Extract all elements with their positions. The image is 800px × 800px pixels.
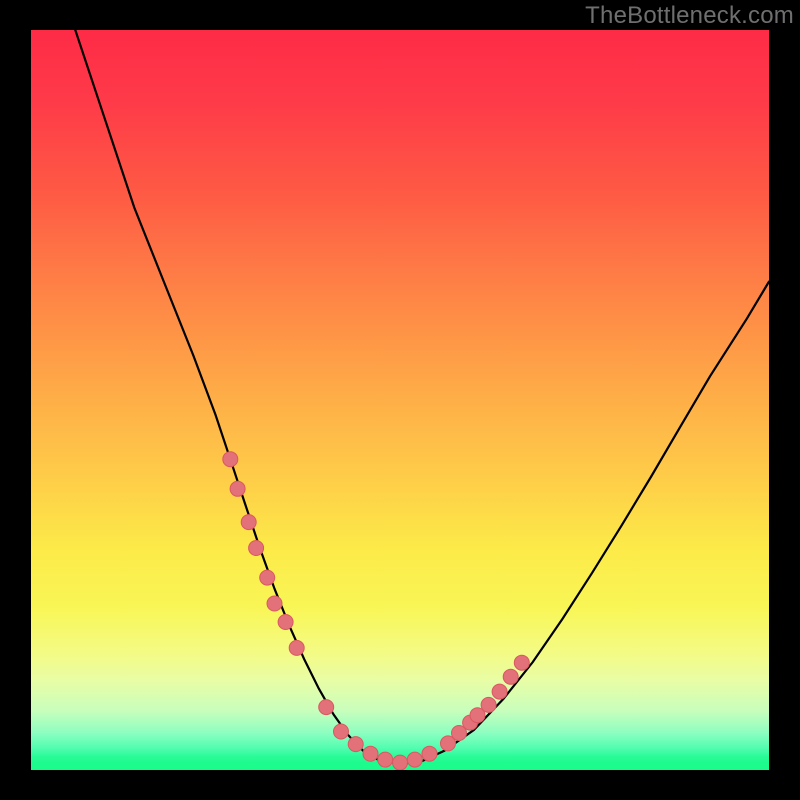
marker-dot [492, 684, 507, 699]
marker-dot [348, 737, 363, 752]
marker-dot [422, 746, 437, 761]
marker-dot [503, 669, 518, 684]
marker-dot [267, 596, 282, 611]
marker-dot [289, 640, 304, 655]
chart-frame: TheBottleneck.com [0, 0, 800, 800]
marker-dot [260, 570, 275, 585]
marker-dot [241, 515, 256, 530]
marker-dot [481, 697, 496, 712]
curve-overlay [31, 30, 769, 770]
marker-dot [378, 752, 393, 767]
marker-dot [319, 700, 334, 715]
marker-dot [514, 655, 529, 670]
marker-dot [363, 746, 378, 761]
marker-dot [334, 724, 349, 739]
marker-dot [407, 752, 422, 767]
marker-dot [393, 755, 408, 770]
marker-dot [278, 615, 293, 630]
marker-dot [230, 481, 245, 496]
bottleneck-curve [75, 30, 769, 764]
watermark-text: TheBottleneck.com [585, 2, 794, 30]
marker-dot [249, 541, 264, 556]
marker-group [223, 452, 530, 770]
marker-dot [223, 452, 238, 467]
